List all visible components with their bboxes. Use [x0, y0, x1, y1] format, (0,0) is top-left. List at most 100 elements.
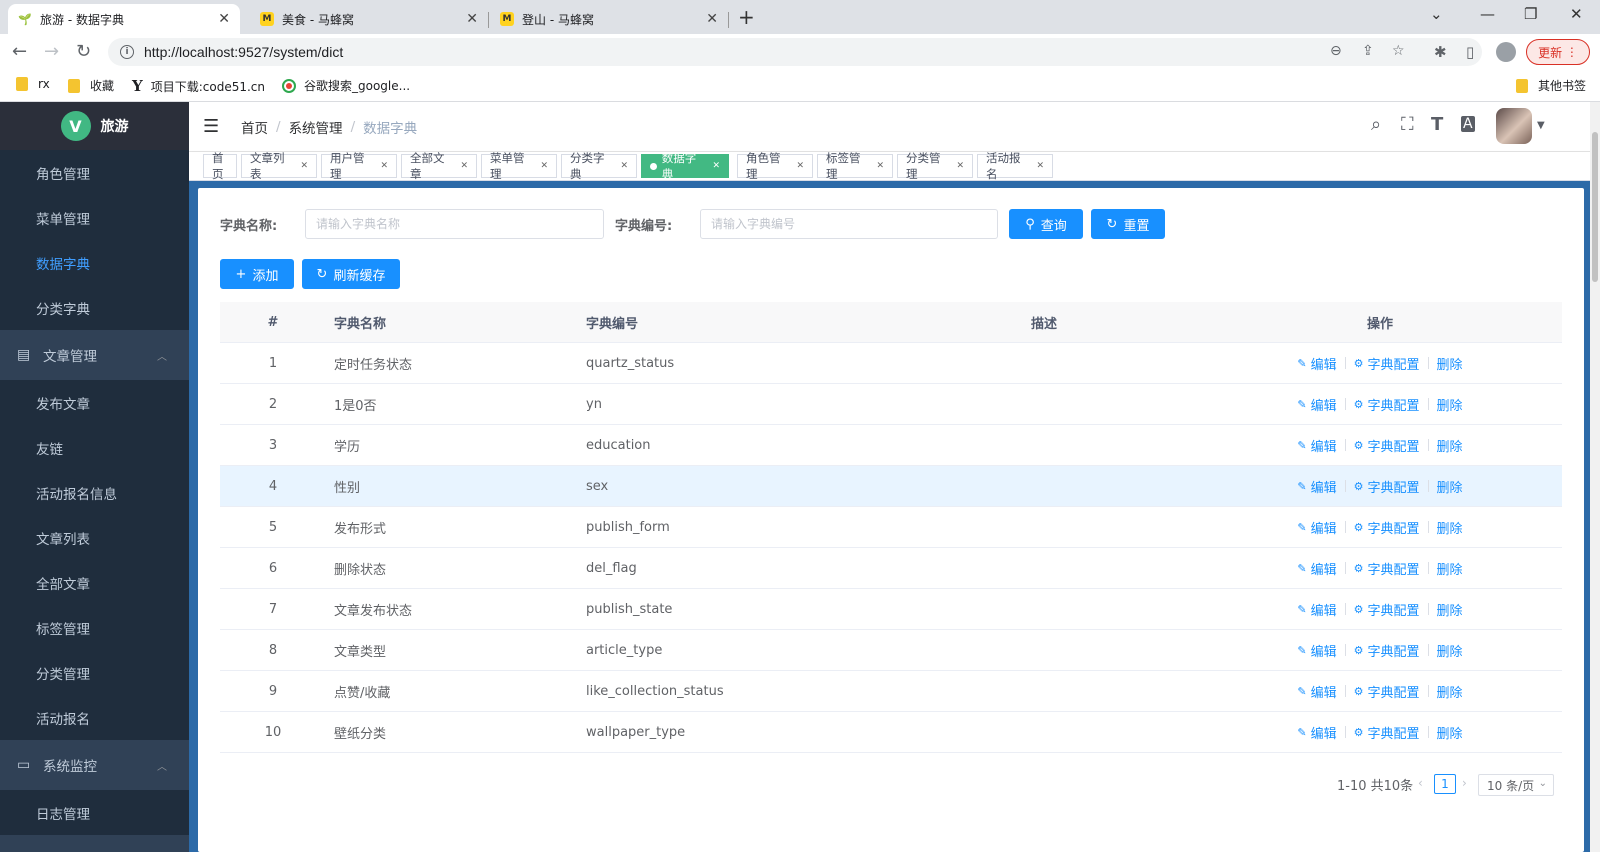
delete-button[interactable]: 删除: [1437, 600, 1463, 619]
table-row[interactable]: 8 文章类型 article_type ✎ 编辑 ⚙ 字典配置 删除: [220, 630, 1562, 671]
edit-button[interactable]: ✎ 编辑: [1297, 559, 1336, 578]
tag-5[interactable]: 分类字典 ✕: [561, 151, 637, 181]
avatar[interactable]: [1496, 108, 1532, 144]
dict-name-input[interactable]: [305, 209, 604, 239]
sidebar-group-4[interactable]: ▤ 文章管理 ︿: [0, 330, 189, 380]
dict-code-input[interactable]: [700, 209, 998, 239]
close-tag-icon[interactable]: ✕: [956, 161, 964, 171]
zoom-icon[interactable]: ⊖: [1330, 43, 1342, 59]
tag-10[interactable]: 活动报名 ✕: [977, 151, 1053, 181]
dict-config-button[interactable]: ⚙ 字典配置: [1354, 600, 1420, 619]
delete-button[interactable]: 删除: [1437, 518, 1463, 537]
table-row[interactable]: 10 壁纸分类 wallpaper_type ✎ 编辑 ⚙ 字典配置 删除: [220, 712, 1562, 753]
edit-button[interactable]: ✎ 编辑: [1297, 354, 1336, 373]
prev-page-icon[interactable]: ‹: [1418, 776, 1423, 790]
edit-button[interactable]: ✎ 编辑: [1297, 477, 1336, 496]
tag-6[interactable]: 数据字典 ✕: [641, 151, 729, 181]
dict-config-button[interactable]: ⚙ 字典配置: [1354, 518, 1420, 537]
restore-icon[interactable]: ❐: [1524, 5, 1537, 23]
sidebar-item-8[interactable]: 文章列表: [0, 515, 189, 560]
sidebar-item-14[interactable]: 日志管理: [0, 790, 189, 835]
bookmark-folder-rx[interactable]: rx: [16, 77, 50, 91]
new-tab-icon[interactable]: +: [738, 5, 755, 29]
edit-button[interactable]: ✎ 编辑: [1297, 436, 1336, 455]
sidebar-item-10[interactable]: 标签管理: [0, 605, 189, 650]
search-icon[interactable]: ⌕: [1371, 114, 1381, 135]
delete-button[interactable]: 删除: [1437, 436, 1463, 455]
forward-icon[interactable]: →: [44, 41, 59, 62]
other-bookmarks[interactable]: 其他书签: [1516, 77, 1586, 94]
close-tag-icon[interactable]: ✕: [712, 161, 720, 171]
sidebar-item-0[interactable]: 角色管理: [0, 150, 189, 195]
bookmark-folder-favorites[interactable]: 收藏: [68, 77, 114, 94]
dict-config-button[interactable]: ⚙ 字典配置: [1354, 682, 1420, 701]
browser-tab-3[interactable]: M 登山 - 马蜂窝 ✕: [490, 4, 729, 34]
close-tab-icon[interactable]: ✕: [706, 11, 718, 27]
tag-3[interactable]: 全部文章 ✕: [401, 151, 477, 181]
sidebar-group-13[interactable]: ▭ 系统监控 ︿: [0, 740, 189, 790]
table-row[interactable]: 9 点赞/收藏 like_collection_status ✎ 编辑 ⚙ 字典配置 删除: [220, 671, 1562, 712]
sidebar-item-5[interactable]: 发布文章: [0, 380, 189, 425]
delete-button[interactable]: 删除: [1437, 354, 1463, 373]
table-row[interactable]: 4 性别 sex ✎ 编辑 ⚙ 字典配置 删除: [220, 466, 1562, 507]
sidebar-item-12[interactable]: 活动报名: [0, 695, 189, 740]
sidebar-item-1[interactable]: 菜单管理: [0, 195, 189, 240]
dict-config-button[interactable]: ⚙ 字典配置: [1354, 641, 1420, 660]
delete-button[interactable]: 删除: [1437, 723, 1463, 742]
delete-button[interactable]: 删除: [1437, 477, 1463, 496]
edit-button[interactable]: ✎ 编辑: [1297, 600, 1336, 619]
breadcrumb-system[interactable]: 系统管理: [289, 117, 343, 137]
fullscreen-icon[interactable]: ⛶: [1401, 114, 1414, 135]
close-tag-icon[interactable]: ✕: [876, 161, 884, 171]
update-button[interactable]: 更新 ⋮: [1526, 39, 1590, 65]
tag-0[interactable]: 首页: [203, 151, 237, 181]
edit-button[interactable]: ✎ 编辑: [1297, 518, 1336, 537]
font-size-icon[interactable]: T: [1431, 114, 1443, 135]
dict-config-button[interactable]: ⚙ 字典配置: [1354, 723, 1420, 742]
close-tag-icon[interactable]: ✕: [540, 161, 548, 171]
sidebar-item-9[interactable]: 全部文章: [0, 560, 189, 605]
table-row[interactable]: 1 定时任务状态 quartz_status ✎ 编辑 ⚙ 字典配置 删除: [220, 343, 1562, 384]
tab-search-icon[interactable]: ⌄: [1430, 5, 1443, 23]
close-tag-icon[interactable]: ✕: [1036, 161, 1044, 171]
table-row[interactable]: 5 发布形式 publish_form ✎ 编辑 ⚙ 字典配置 删除: [220, 507, 1562, 548]
profile-avatar-icon[interactable]: [1496, 42, 1516, 62]
close-tab-icon[interactable]: ✕: [218, 11, 230, 27]
close-tag-icon[interactable]: ✕: [460, 161, 468, 171]
page-size-select[interactable]: 10 条/页 ⌄: [1478, 774, 1554, 796]
close-tab-icon[interactable]: ✕: [466, 11, 478, 27]
share-icon[interactable]: ⇪: [1362, 43, 1374, 59]
tag-8[interactable]: 标签管理 ✕: [817, 151, 893, 181]
table-row[interactable]: 3 学历 education ✎ 编辑 ⚙ 字典配置 删除: [220, 425, 1562, 466]
breadcrumb-home[interactable]: 首页: [241, 117, 268, 137]
query-button[interactable]: ⚲ 查询: [1009, 209, 1083, 239]
next-page-icon[interactable]: ›: [1462, 776, 1467, 790]
sidebar-item-7[interactable]: 活动报名信息: [0, 470, 189, 515]
sidebar-item-3[interactable]: 分类字典: [0, 285, 189, 330]
dict-config-button[interactable]: ⚙ 字典配置: [1354, 354, 1420, 373]
back-icon[interactable]: ←: [12, 41, 27, 62]
delete-button[interactable]: 删除: [1437, 395, 1463, 414]
dict-config-button[interactable]: ⚙ 字典配置: [1354, 395, 1420, 414]
browser-tab-2[interactable]: M 美食 - 马蜂窝 ✕: [250, 4, 489, 34]
dict-config-button[interactable]: ⚙ 字典配置: [1354, 477, 1420, 496]
page-1[interactable]: 1: [1434, 774, 1456, 794]
edit-button[interactable]: ✎ 编辑: [1297, 723, 1336, 742]
star-icon[interactable]: ☆: [1392, 43, 1405, 59]
caret-down-icon[interactable]: ▼: [1537, 120, 1545, 131]
app-logo[interactable]: V 旅游: [0, 102, 189, 150]
delete-button[interactable]: 删除: [1437, 559, 1463, 578]
language-icon[interactable]: A: [1461, 116, 1475, 132]
bookmark-code51[interactable]: Y 项目下载:code51.cn: [132, 77, 265, 95]
extensions-icon[interactable]: ✱: [1434, 43, 1447, 61]
minimize-icon[interactable]: —: [1480, 5, 1495, 23]
url-omnibox[interactable]: i http://localhost:9527/system/dict ⊖ ⇪ …: [108, 38, 1482, 66]
dict-config-button[interactable]: ⚙ 字典配置: [1354, 436, 1420, 455]
tag-9[interactable]: 分类管理 ✕: [897, 151, 973, 181]
tag-4[interactable]: 菜单管理 ✕: [481, 151, 557, 181]
url-text[interactable]: http://localhost:9527/system/dict: [144, 44, 343, 60]
delete-button[interactable]: 删除: [1437, 641, 1463, 660]
close-tag-icon[interactable]: ✕: [620, 161, 628, 171]
close-tag-icon[interactable]: ✕: [796, 161, 804, 171]
table-row[interactable]: 6 删除状态 del_flag ✎ 编辑 ⚙ 字典配置 删除: [220, 548, 1562, 589]
